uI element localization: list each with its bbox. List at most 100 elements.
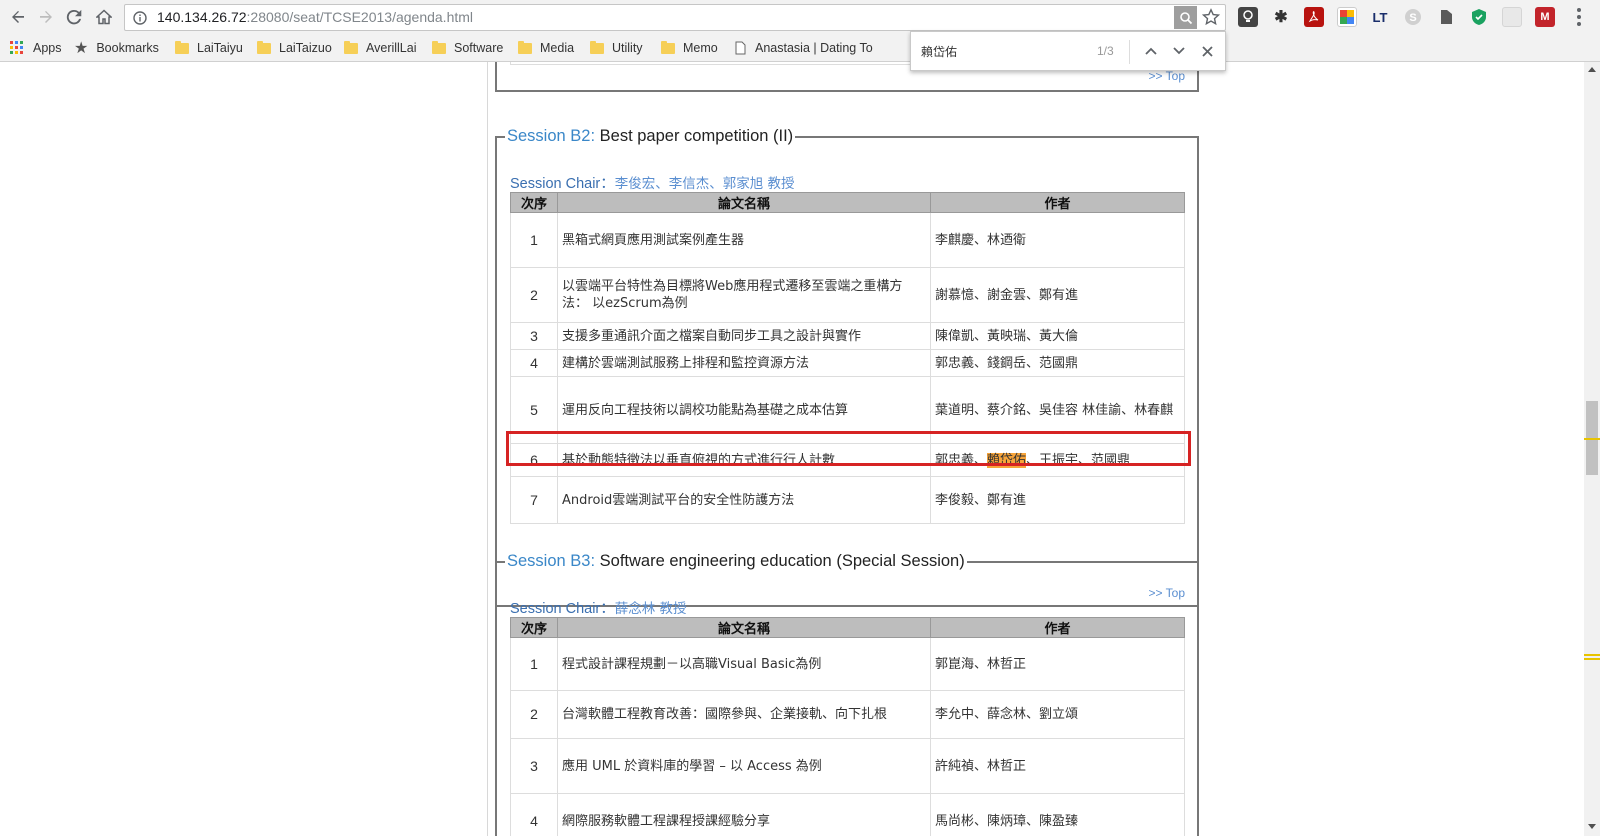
- bookmark-laitaiyu[interactable]: LaiTaiyu: [175, 39, 243, 57]
- row-number: 3: [510, 738, 558, 794]
- apps-grid-icon: [10, 41, 23, 54]
- shield-ext-icon[interactable]: [1469, 7, 1489, 27]
- menu-dots-icon[interactable]: [1576, 8, 1582, 26]
- folder-icon: [432, 40, 446, 54]
- bookmark-laitaizuo[interactable]: LaiTaizuo: [257, 39, 332, 57]
- bookmark-memo[interactable]: Memo: [661, 39, 718, 57]
- bookmark-bookmarks[interactable]: ★ Bookmarks: [74, 39, 159, 57]
- bug-ext-icon[interactable]: ✱: [1271, 7, 1291, 27]
- lt-ext-icon[interactable]: LT: [1370, 7, 1390, 27]
- find-close-icon[interactable]: [1197, 41, 1217, 61]
- lightbulb-ext-icon[interactable]: [1238, 7, 1258, 27]
- bookmark-star-icon[interactable]: [1201, 8, 1221, 30]
- session-b2-legend: Session B2: Best paper competition (II): [505, 127, 795, 146]
- find-divider: [1129, 40, 1130, 64]
- red-annotation-box: [506, 431, 1191, 466]
- paper-authors: 陳偉凱、黃映瑞、黃大倫: [930, 322, 1185, 350]
- table-row: 1 程式設計課程規劃－以高職Visual Basic為例 郭崑海、林哲正: [510, 637, 1185, 691]
- vertical-scrollbar[interactable]: [1584, 62, 1600, 836]
- bookmark-label: Software: [454, 41, 504, 55]
- find-previous-icon[interactable]: [1141, 41, 1161, 61]
- paper-authors: 謝慕憶、謝金雲、鄭有進: [930, 267, 1185, 323]
- table-header-row: 次序 論文名稱 作者: [510, 192, 1185, 213]
- session-title: Best paper competition (II): [599, 127, 794, 145]
- row-number: 1: [510, 212, 558, 268]
- paper-authors: 許純禎、林哲正: [930, 738, 1185, 794]
- mega-ext-icon[interactable]: M: [1535, 7, 1555, 27]
- table-row: 4 網際服務軟體工程課程授課經驗分享 馬尚彬、陳炳璋、陳盈臻: [510, 793, 1185, 836]
- papers-table: 次序 論文名稱 作者 1 黑箱式網頁應用測試案例產生器 李麒慶、林迺衛 2 以雲…: [510, 192, 1185, 524]
- header-authors: 作者: [930, 617, 1185, 638]
- paper-authors: 李麒慶、林迺衛: [930, 212, 1185, 268]
- back-arrow-icon[interactable]: [6, 5, 30, 29]
- bookmark-software[interactable]: Software: [432, 39, 503, 57]
- content-left-border: [487, 62, 488, 836]
- paper-title: 建構於雲端測試服務上排程和監控資源方法: [557, 349, 931, 377]
- info-icon[interactable]: [133, 11, 147, 25]
- session-title: Software engineering education (Special …: [599, 552, 965, 570]
- address-bar[interactable]: 140.134.26.72:28080/seat/TCSE2013/agenda…: [124, 4, 1226, 31]
- chair-label: Session Chair：: [510, 176, 615, 192]
- bookmark-averilllai[interactable]: AverillLai: [344, 39, 417, 57]
- folder-icon: [590, 40, 604, 54]
- scroll-down-icon[interactable]: [1588, 824, 1596, 829]
- bookmark-label: Apps: [33, 41, 62, 55]
- session-label: Session B2:: [507, 127, 596, 145]
- paper-authors: 郭忠義、錢鋼岳、范國鼎: [930, 349, 1185, 377]
- header-order: 次序: [510, 192, 558, 213]
- table-row: 2 台灣軟體工程教育改善：國際參與、企業接軌、向下扎根 李允中、薛念林、劉立頌: [510, 690, 1185, 739]
- header-authors: 作者: [930, 192, 1185, 213]
- svg-text:S: S: [1409, 12, 1416, 24]
- paper-authors: 李允中、薛念林、劉立頌: [930, 690, 1185, 739]
- paper-title: 黑箱式網頁應用測試案例產生器: [557, 212, 931, 268]
- session-chair: Session Chair：李俊宏、李信杰、郭家旭 教授: [510, 172, 795, 193]
- bookmark-label: AverillLai: [366, 41, 417, 55]
- paper-title: 台灣軟體工程教育改善：國際參與、企業接軌、向下扎根: [557, 690, 931, 739]
- top-link[interactable]: >> Top: [1149, 69, 1185, 83]
- row-number: 1: [510, 637, 558, 691]
- header-title: 論文名稱: [557, 192, 931, 213]
- row-number: 7: [510, 476, 558, 524]
- table-row: 3 支援多重通訊介面之檔案自動同步工具之設計與實作 陳偉凱、黃映瑞、黃大倫: [510, 322, 1185, 350]
- forward-arrow-icon[interactable]: [34, 5, 58, 29]
- header-order: 次序: [510, 617, 558, 638]
- bookmark-label: Memo: [683, 41, 718, 55]
- paper-authors: 李俊毅、鄭有進: [930, 476, 1185, 524]
- bookmark-utility[interactable]: Utility: [590, 39, 643, 57]
- blank-ext-icon[interactable]: [1502, 7, 1522, 27]
- bookmarks-bar: Apps ★ Bookmarks LaiTaiyu LaiTaizuo Aver…: [0, 34, 1600, 62]
- home-icon[interactable]: [92, 5, 116, 29]
- chair-names: 李俊宏、李信杰、郭家旭 教授: [614, 176, 795, 192]
- find-input[interactable]: 賴岱佑: [921, 43, 957, 60]
- session-b2-box: Session B2: Best paper competition (II) …: [495, 127, 1199, 607]
- bookmark-label: Bookmarks: [96, 41, 159, 55]
- paper-title: 程式設計課程規劃－以高職Visual Basic為例: [557, 637, 931, 691]
- folder-icon: [661, 40, 675, 54]
- table-row: 7 Android雲端測試平台的安全性防護方法 李俊毅、鄭有進: [510, 476, 1185, 524]
- skype-ext-icon[interactable]: S: [1403, 7, 1423, 27]
- find-bar: 賴岱佑 1/3: [910, 31, 1226, 71]
- session-b3-legend: Session B3: Software engineering educati…: [505, 552, 967, 571]
- evernote-ext-icon[interactable]: [1436, 7, 1456, 27]
- bookmark-anastasia[interactable]: Anastasia | Dating To: [735, 39, 873, 57]
- chrome-ext-icon[interactable]: [1337, 7, 1357, 27]
- find-next-icon[interactable]: [1169, 41, 1189, 61]
- page-content: >> Top Session B2: Best paper competitio…: [0, 62, 1584, 836]
- find-match-count: 1/3: [1097, 44, 1114, 58]
- pdf-ext-icon[interactable]: [1304, 7, 1324, 27]
- row-number: 3: [510, 322, 558, 350]
- scroll-up-icon[interactable]: [1588, 67, 1596, 72]
- browser-toolbar: 140.134.26.72:28080/seat/TCSE2013/agenda…: [0, 0, 1600, 34]
- find-zoom-icon[interactable]: [1174, 6, 1197, 29]
- papers-table: 次序 論文名稱 作者 1 程式設計課程規劃－以高職Visual Basic為例 …: [510, 617, 1185, 836]
- find-match-marker: [1584, 438, 1600, 440]
- table-header-row: 次序 論文名稱 作者: [510, 617, 1185, 638]
- bookmark-apps[interactable]: Apps: [10, 39, 62, 57]
- bookmark-media[interactable]: Media: [518, 39, 574, 57]
- reload-icon[interactable]: [62, 5, 86, 29]
- bookmark-label: Utility: [612, 41, 643, 55]
- bookmark-label: LaiTaiyu: [197, 41, 243, 55]
- folder-icon: [175, 40, 189, 54]
- folder-icon: [518, 40, 532, 54]
- find-match-marker: [1584, 658, 1600, 660]
